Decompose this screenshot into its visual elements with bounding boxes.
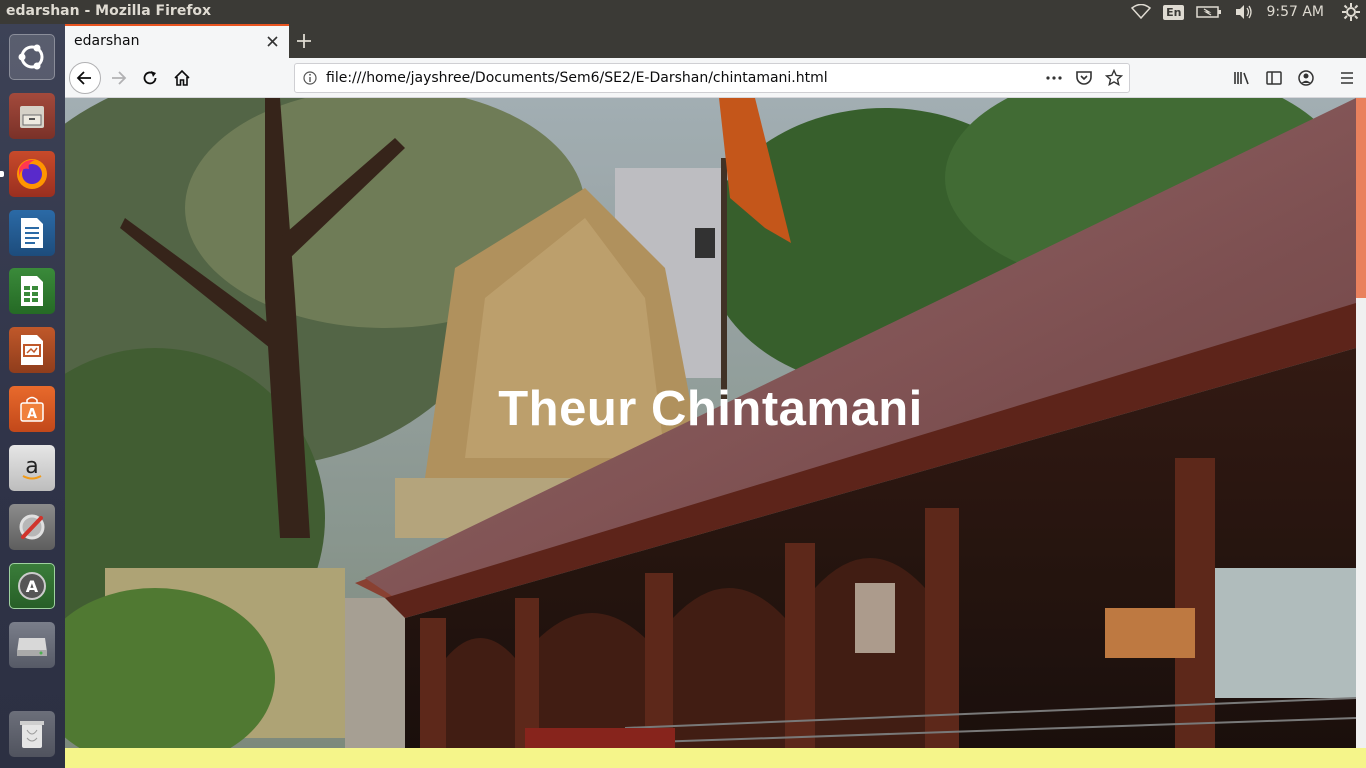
calc-launcher[interactable] xyxy=(6,265,58,317)
scrollbar-thumb[interactable] xyxy=(1356,98,1366,298)
new-tab-icon[interactable] xyxy=(295,32,313,50)
wifi-icon[interactable] xyxy=(1131,4,1152,20)
tab-title: edarshan xyxy=(74,33,140,49)
amazon-launcher[interactable]: a xyxy=(6,442,58,494)
forward-button[interactable] xyxy=(102,62,134,94)
site-info-icon[interactable] xyxy=(303,71,317,85)
hard-drive-icon xyxy=(17,638,47,656)
files-launcher[interactable] xyxy=(6,90,58,142)
tab-strip: edarshan xyxy=(65,24,1366,58)
navigation-toolbar: file:///home/jayshree/Documents/Sem6/SE2… xyxy=(65,58,1366,98)
menu-button[interactable] xyxy=(1331,62,1363,94)
keyboard-layout-indicator[interactable]: En xyxy=(1163,4,1185,20)
window-title: edarshan - Mozilla Firefox xyxy=(6,3,212,19)
url-actions xyxy=(1045,69,1123,87)
settings-gear-icon[interactable] xyxy=(1342,3,1360,21)
spreadsheet-icon xyxy=(21,276,43,306)
back-button[interactable] xyxy=(69,62,101,94)
sidebar-button[interactable] xyxy=(1258,62,1290,94)
system-settings-launcher[interactable] xyxy=(6,501,58,553)
reload-icon xyxy=(143,71,157,85)
battery-icon[interactable] xyxy=(1196,5,1222,19)
hero-image: Theur Chintamani xyxy=(65,98,1356,748)
url-bar[interactable]: file:///home/jayshree/Documents/Sem6/SE2… xyxy=(294,63,1130,93)
writer-launcher[interactable] xyxy=(6,207,58,259)
home-button[interactable] xyxy=(166,62,198,94)
home-icon xyxy=(174,69,190,86)
bookmark-star-icon[interactable] xyxy=(1105,69,1123,87)
wrench-settings-icon xyxy=(19,514,45,540)
svg-text:A: A xyxy=(27,407,37,422)
system-tray: En 9:57 AM xyxy=(1131,0,1360,24)
svg-text:A: A xyxy=(26,577,39,596)
library-icon xyxy=(1234,72,1249,85)
scrollbar[interactable] xyxy=(1356,98,1366,748)
software-updater-launcher[interactable]: A xyxy=(6,560,58,612)
page-actions-menu-icon[interactable] xyxy=(1045,69,1063,87)
top-panel: edarshan - Mozilla Firefox En 9:57 AM xyxy=(0,0,1366,24)
clock[interactable]: 9:57 AM xyxy=(1266,4,1324,20)
reload-button[interactable] xyxy=(134,62,166,94)
disk-drive-launcher[interactable] xyxy=(6,619,58,671)
impress-launcher[interactable] xyxy=(6,324,58,376)
file-cabinet-icon xyxy=(20,106,44,128)
shopping-bag-icon: A xyxy=(20,396,44,422)
close-tab-icon[interactable] xyxy=(266,35,279,48)
tab-edarshan[interactable]: edarshan xyxy=(65,24,289,58)
trash-launcher[interactable] xyxy=(6,708,58,760)
document-writer-icon xyxy=(21,218,43,248)
pocket-icon[interactable] xyxy=(1075,69,1093,87)
page-title: Theur Chintamani xyxy=(498,382,923,436)
updater-icon: A xyxy=(18,572,46,600)
volume-icon[interactable] xyxy=(1234,4,1254,20)
account-icon xyxy=(1298,70,1314,86)
running-indicator xyxy=(0,171,4,177)
ubuntu-dash-button[interactable] xyxy=(6,31,58,83)
firefox-launcher[interactable] xyxy=(0,148,58,200)
url-text[interactable]: file:///home/jayshree/Documents/Sem6/SE2… xyxy=(326,70,828,86)
trash-icon xyxy=(20,721,44,748)
forward-arrow-icon xyxy=(112,71,127,85)
software-center-launcher[interactable]: A xyxy=(6,383,58,435)
account-button[interactable] xyxy=(1290,62,1322,94)
back-arrow-icon xyxy=(76,71,91,85)
hamburger-menu-icon xyxy=(1341,72,1353,84)
presentation-icon xyxy=(21,335,43,365)
launcher: A a A xyxy=(0,24,65,768)
svg-text:a: a xyxy=(25,454,38,479)
sidebar-icon xyxy=(1266,71,1282,85)
next-section xyxy=(65,748,1366,768)
ubuntu-logo-icon xyxy=(18,44,44,70)
amazon-icon: a xyxy=(22,454,42,480)
library-button[interactable] xyxy=(1226,62,1258,94)
firefox-icon xyxy=(17,159,47,189)
page-content: Theur Chintamani xyxy=(65,98,1366,768)
